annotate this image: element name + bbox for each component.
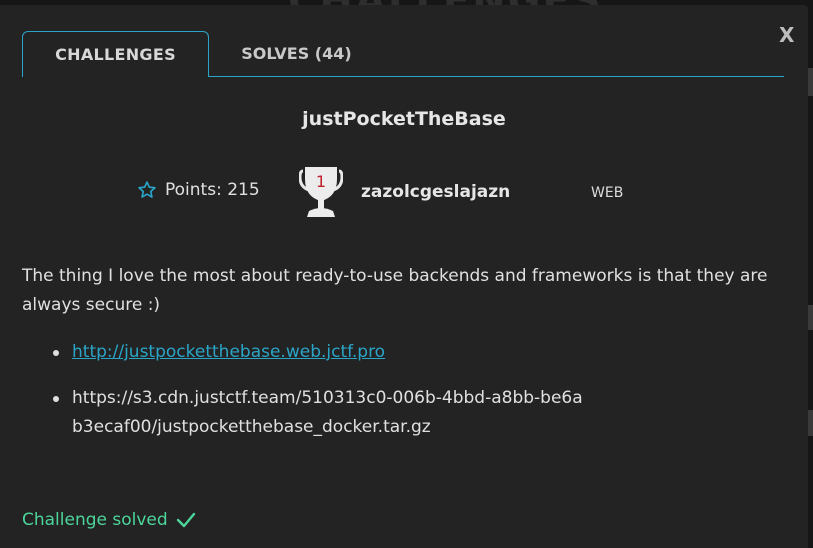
first-blood-user: zazolcgeslajazn xyxy=(361,182,511,202)
list-item: http://justpocketthebase.web.jctf.pro xyxy=(50,338,790,367)
background-strip xyxy=(808,305,813,330)
solved-status: Challenge solved xyxy=(22,510,196,530)
challenge-links: http://justpocketthebase.web.jctf.pro ht… xyxy=(50,338,790,459)
checkmark-icon xyxy=(176,512,195,528)
bullet xyxy=(53,396,59,402)
challenge-modal: X CHALLENGES SOLVES (44) justPocketTheBa… xyxy=(0,5,808,548)
challenge-url-link[interactable]: http://justpocketthebase.web.jctf.pro xyxy=(72,342,385,362)
points-display: Points: 215 xyxy=(137,180,260,200)
trophy-rank: 1 xyxy=(316,172,326,191)
category-badge: WEB xyxy=(591,185,624,201)
tab-solves[interactable]: SOLVES (44) xyxy=(209,31,384,76)
challenge-description: The thing I love the most about ready-to… xyxy=(22,266,768,315)
bullet xyxy=(53,350,59,356)
close-button[interactable]: X xyxy=(779,23,794,47)
list-item: https://s3.cdn.justctf.team/510313c0-006… xyxy=(50,384,790,442)
challenge-title: justPocketTheBase xyxy=(302,108,506,130)
background-strip xyxy=(808,68,813,96)
download-url-text: https://s3.cdn.justctf.team/510313c0-006… xyxy=(72,388,583,437)
star-icon xyxy=(138,181,156,198)
points-label: Points: 215 xyxy=(165,180,260,200)
background-strip xyxy=(808,410,813,436)
solved-label: Challenge solved xyxy=(22,510,168,530)
tab-challenges[interactable]: CHALLENGES xyxy=(22,31,209,77)
trophy-icon: 1 xyxy=(298,165,344,221)
